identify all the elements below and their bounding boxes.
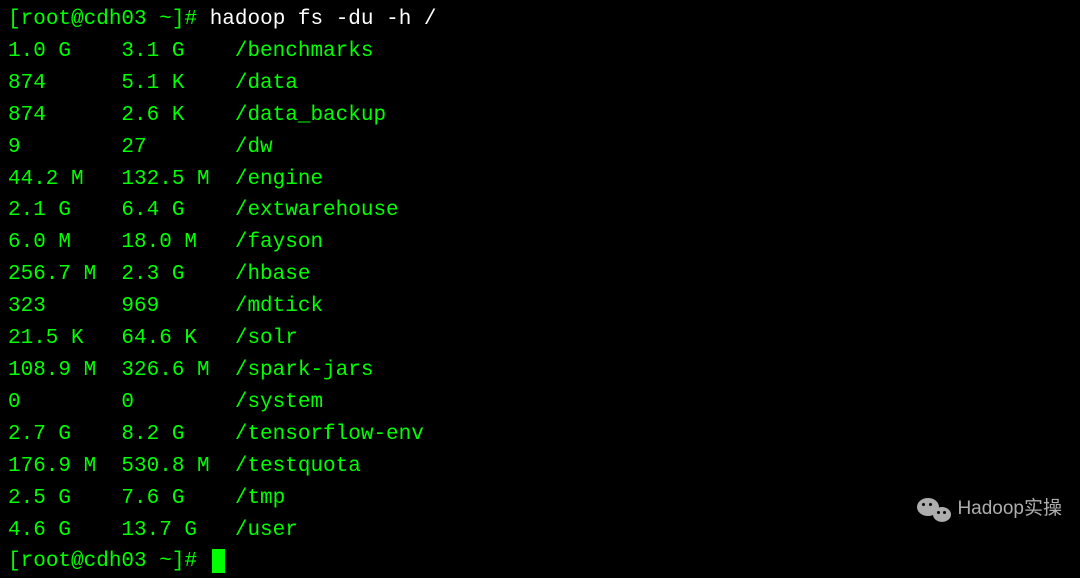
prompt-user-host: root@cdh03: [21, 8, 147, 31]
output-row: 2.1 G 6.4 G /extwarehouse: [8, 195, 1072, 227]
prompt-path: ~: [159, 8, 172, 31]
wechat-icon: [917, 496, 951, 524]
command-text: hadoop fs -du -h /: [210, 8, 437, 31]
output-row: 874 2.6 K /data_backup: [8, 100, 1072, 132]
output-row: 256.7 M 2.3 G /hbase: [8, 259, 1072, 291]
output-row: 2.5 G 7.6 G /tmp: [8, 483, 1072, 515]
output-listing: 1.0 G 3.1 G /benchmarks874 5.1 K /data87…: [8, 36, 1072, 547]
prompt-close-bracket: ]: [172, 8, 185, 31]
output-row: 176.9 M 530.8 M /testquota: [8, 451, 1072, 483]
output-row: 44.2 M 132.5 M /engine: [8, 164, 1072, 196]
output-row: 0 0 /system: [8, 387, 1072, 419]
prompt-line-end: [root@cdh03 ~]#: [8, 546, 1072, 578]
watermark-text: Hadoop实操: [957, 495, 1062, 524]
output-row: 874 5.1 K /data: [8, 68, 1072, 100]
output-row: 1.0 G 3.1 G /benchmarks: [8, 36, 1072, 68]
output-row: 2.7 G 8.2 G /tensorflow-env: [8, 419, 1072, 451]
watermark: Hadoop实操: [917, 495, 1062, 524]
output-row: 6.0 M 18.0 M /fayson: [8, 227, 1072, 259]
prompt-open-bracket: [: [8, 8, 21, 31]
output-row: 4.6 G 13.7 G /user: [8, 515, 1072, 547]
prompt-symbol: #: [184, 8, 197, 31]
cursor-block: [212, 549, 225, 573]
output-row: 323 969 /mdtick: [8, 291, 1072, 323]
terminal-output[interactable]: [root@cdh03 ~]# hadoop fs -du -h / 1.0 G…: [8, 4, 1072, 578]
output-row: 108.9 M 326.6 M /spark-jars: [8, 355, 1072, 387]
output-row: 21.5 K 64.6 K /solr: [8, 323, 1072, 355]
output-row: 9 27 /dw: [8, 132, 1072, 164]
command-line: [root@cdh03 ~]# hadoop fs -du -h /: [8, 4, 1072, 36]
